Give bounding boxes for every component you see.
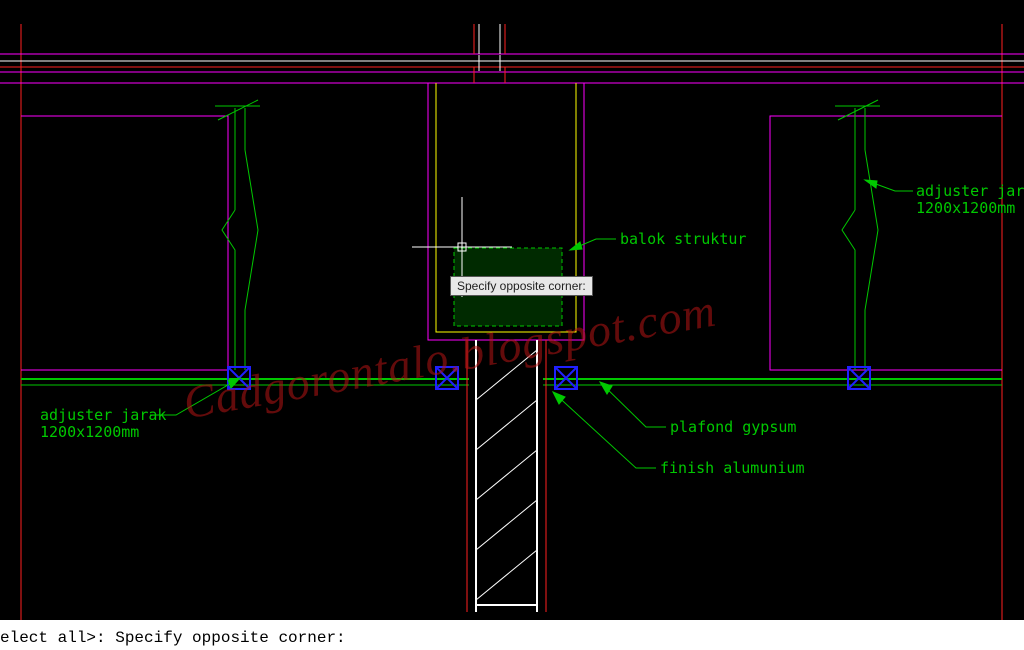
- leader-plafond: [600, 382, 666, 427]
- cursor-tooltip: Specify opposite corner:: [450, 276, 593, 296]
- label-adj-left-2: 1200x1200mm: [40, 423, 139, 441]
- hanger-left: [215, 100, 260, 370]
- drawing-canvas[interactable]: balok struktur adjuster jarak 1200x1200m…: [0, 0, 1024, 620]
- label-adj-right-2: 1200x1200mm: [916, 199, 1015, 217]
- tooltip-text: Specify opposite corner:: [457, 279, 586, 293]
- column-section: [467, 340, 546, 612]
- command-line-area[interactable]: elect all>: Specify opposite corner:: [0, 620, 1024, 650]
- leader-finish: [553, 392, 656, 468]
- leader-balok: [570, 239, 616, 250]
- label-finish: finish alumunium: [660, 459, 805, 477]
- label-adj-right-1: adjuster jarak: [916, 182, 1024, 200]
- leader-adjuster-right: [865, 180, 913, 191]
- command-line-text: elect all>: Specify opposite corner:: [0, 629, 346, 647]
- hanger-right: [835, 100, 880, 370]
- label-balok: balok struktur: [620, 230, 746, 248]
- label-plafond: plafond gypsum: [670, 418, 796, 436]
- label-adj-left-1: adjuster jarak: [40, 406, 166, 424]
